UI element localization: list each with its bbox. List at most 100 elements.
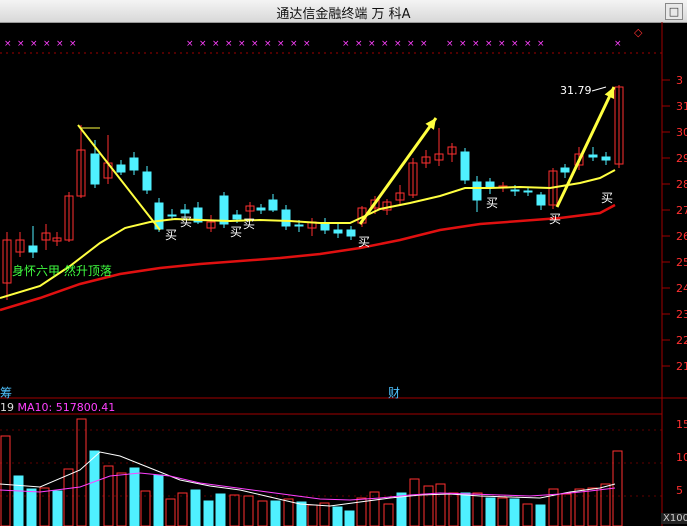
diamond-icon[interactable]: ◇ — [634, 26, 642, 39]
price-tick: 29 — [676, 152, 687, 165]
ma-long-line — [0, 203, 616, 312]
volume-bar — [13, 475, 24, 526]
volume-bar — [76, 418, 87, 526]
price-tick: 25 — [676, 256, 687, 269]
buy-signal: 买 — [165, 228, 178, 242]
candle-body — [294, 224, 304, 227]
finance-marker[interactable]: 财 — [388, 384, 400, 401]
candle-body — [90, 153, 100, 185]
marker-x: × — [69, 39, 77, 49]
volume-bar — [229, 494, 240, 526]
volume-bar — [396, 492, 407, 526]
volume-bar — [369, 491, 380, 526]
last-price-tag: 31.79 — [560, 84, 592, 97]
candle-body — [460, 151, 470, 181]
volume-bar — [165, 498, 176, 526]
candle-body — [601, 156, 611, 161]
candle-body — [142, 171, 152, 191]
volume-bar — [435, 483, 446, 526]
volume-bar — [472, 492, 483, 526]
candle-body — [320, 223, 330, 231]
volume-bar — [522, 503, 533, 526]
price-tick: 30 — [676, 126, 687, 139]
candle-body — [129, 157, 139, 171]
marker-x: × — [368, 39, 376, 49]
buy-signal: 买 — [358, 235, 371, 249]
marker-x: × — [524, 39, 532, 49]
volume-bar — [561, 493, 572, 526]
volume-bar — [383, 503, 394, 526]
volume-bar — [448, 492, 459, 526]
volume-ma10-value: MA10: 517800.41 — [17, 401, 116, 414]
candle-body — [333, 229, 343, 234]
window-control-button[interactable]: □ — [665, 3, 683, 20]
volume-bar — [344, 510, 355, 526]
pattern-annotation: 身怀六甲 然升顶落 — [12, 264, 112, 278]
price-tick: 21 — [676, 360, 687, 373]
marker-x: × — [238, 39, 246, 49]
marker-x: × — [43, 39, 51, 49]
volume-bar — [26, 488, 37, 526]
trend-arrow — [358, 117, 438, 225]
volume-bar — [460, 492, 471, 526]
volume-bar — [296, 501, 307, 526]
volume-bar — [39, 487, 50, 526]
price-tick: 23 — [676, 308, 687, 321]
candle-body — [116, 164, 126, 173]
volume-bar — [153, 474, 164, 526]
volume-bar — [332, 506, 343, 526]
marker-x: × — [394, 39, 402, 49]
volume-ma5-value: 19 — [0, 401, 14, 414]
price-tick: 28 — [676, 178, 687, 191]
candle-body — [560, 167, 570, 173]
marker-x: × — [186, 39, 194, 49]
marker-x: × — [407, 39, 415, 49]
volume-bar — [497, 497, 508, 526]
marker-x: × — [17, 39, 25, 49]
window-title: 通达信金融终端 万 科A — [276, 7, 411, 22]
candle-body — [346, 229, 356, 237]
volume-bar — [587, 487, 598, 526]
candle-body — [268, 199, 278, 211]
volume-bar — [0, 435, 11, 526]
volume-bar — [283, 498, 294, 526]
marker-x: × — [459, 39, 467, 49]
buy-signal: 买 — [180, 215, 193, 229]
price-tick: 26 — [676, 230, 687, 243]
marker-x: × — [4, 39, 12, 49]
candle-body — [510, 189, 520, 192]
volume-tick: 5 — [676, 484, 683, 497]
volume-bar — [215, 493, 226, 526]
price-tick: 22 — [676, 334, 687, 347]
title-bar: 通达信金融终端 万 科A □ — [0, 0, 687, 23]
marker-x: × — [472, 39, 480, 49]
marker-x: × — [446, 39, 454, 49]
marker-x: × — [355, 39, 363, 49]
marker-x: × — [485, 39, 493, 49]
candle-body — [281, 209, 291, 227]
buy-signal: 买 — [486, 196, 499, 210]
marker-x: × — [225, 39, 233, 49]
volume-bar — [485, 497, 496, 526]
left-marker: 筹 — [0, 386, 13, 400]
marker-x: × — [199, 39, 207, 49]
candle-body — [472, 181, 482, 201]
volume-bar — [307, 504, 318, 526]
volume-bar — [509, 498, 520, 526]
volume-tick: 15 — [676, 418, 687, 431]
volume-bar — [203, 500, 214, 526]
candle-body — [232, 214, 242, 220]
volume-bar — [423, 485, 434, 526]
marker-x: × — [381, 39, 389, 49]
candle-body — [523, 190, 533, 193]
volume-bar — [535, 504, 546, 526]
price-pointer — [591, 86, 607, 92]
marker-x: × — [30, 39, 38, 49]
volume-bar — [257, 500, 268, 526]
marker-x: × — [277, 39, 285, 49]
volume-bar — [89, 450, 100, 526]
marker-x: × — [342, 39, 350, 49]
volume-legend: 19 MA10: 517800.41 — [0, 401, 115, 414]
buy-signal: 买 — [601, 191, 614, 205]
candle-body — [167, 214, 177, 217]
